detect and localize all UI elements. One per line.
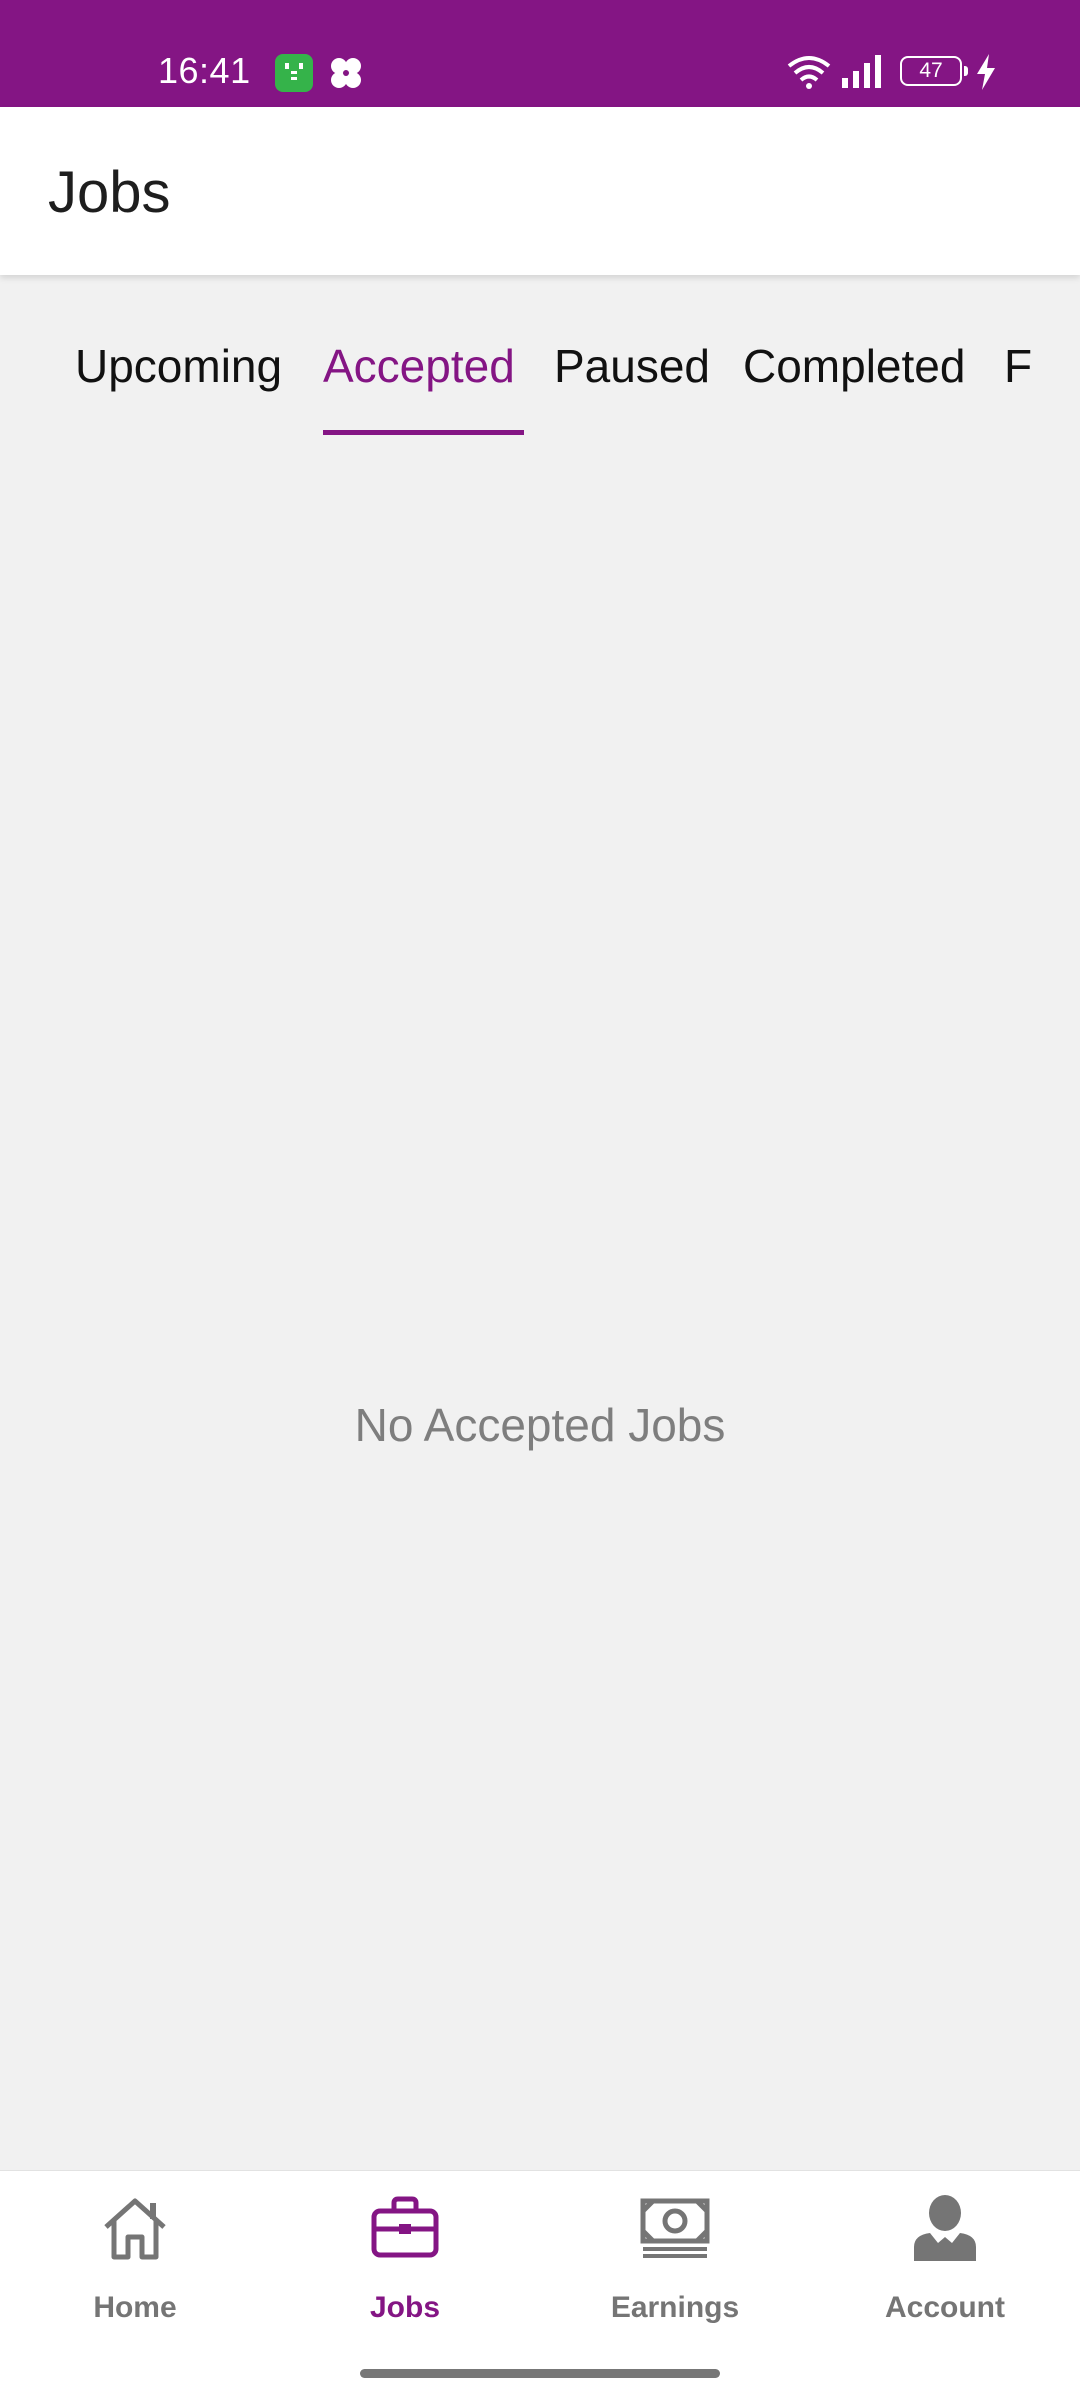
battery-icon: 47 bbox=[900, 56, 968, 86]
tab-upcoming[interactable]: Upcoming bbox=[75, 339, 282, 393]
nav-account[interactable]: Account bbox=[810, 2171, 1080, 2341]
bottom-navigation: Home Jobs Earnings Account bbox=[0, 2170, 1080, 2401]
tab-partial[interactable]: F bbox=[1004, 339, 1032, 393]
tab-accepted[interactable]: Accepted bbox=[323, 339, 515, 393]
signal-icon bbox=[840, 52, 886, 90]
clover-icon bbox=[327, 54, 365, 92]
nav-earnings-label: Earnings bbox=[610, 2291, 740, 2324]
gesture-home-bar[interactable] bbox=[360, 2369, 720, 2378]
empty-state-message: No Accepted Jobs bbox=[354, 1399, 726, 1451]
tab-paused[interactable]: Paused bbox=[554, 339, 710, 393]
job-status-tabs: Upcoming Accepted Paused Completed F bbox=[0, 275, 1080, 440]
person-icon bbox=[910, 2193, 980, 2263]
active-tab-indicator bbox=[323, 430, 524, 435]
briefcase-icon bbox=[370, 2193, 440, 2263]
nav-earnings[interactable]: Earnings bbox=[540, 2171, 810, 2341]
status-time: 16:41 bbox=[158, 50, 251, 91]
nav-home-label: Home bbox=[93, 2291, 177, 2324]
charging-bolt-icon bbox=[975, 54, 997, 90]
cash-icon bbox=[640, 2193, 710, 2263]
home-icon bbox=[100, 2193, 170, 2263]
nav-jobs[interactable]: Jobs bbox=[270, 2171, 540, 2341]
tab-completed[interactable]: Completed bbox=[743, 339, 965, 393]
nav-home[interactable]: Home bbox=[0, 2171, 270, 2341]
app-bar: Jobs bbox=[0, 107, 1080, 275]
app-notification-icon bbox=[275, 54, 313, 92]
nav-account-label: Account bbox=[885, 2291, 1005, 2324]
status-bar: 16:41 47 bbox=[0, 0, 1080, 107]
page-title: Jobs bbox=[48, 160, 171, 225]
nav-jobs-label: Jobs bbox=[369, 2291, 441, 2324]
wifi-icon bbox=[785, 52, 833, 90]
